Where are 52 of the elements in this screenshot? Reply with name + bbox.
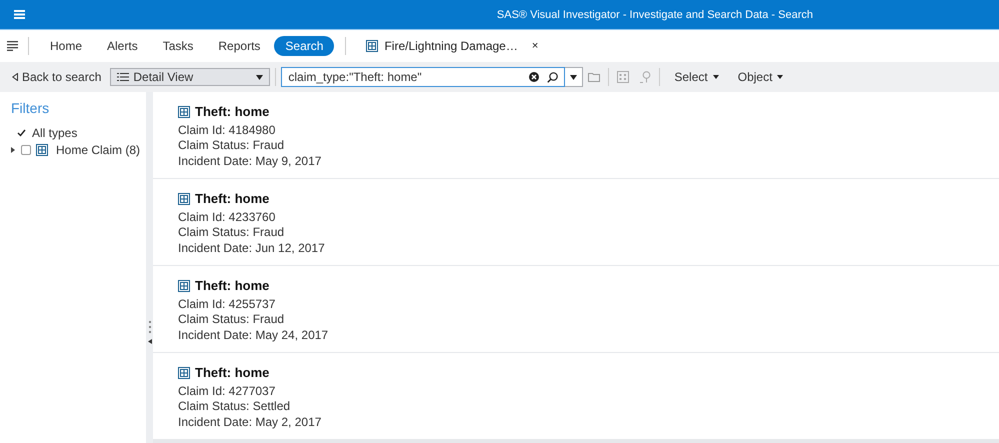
result-title[interactable]: Theft: home bbox=[195, 365, 270, 380]
nav-tab[interactable]: Home bbox=[39, 36, 94, 56]
result-field: Incident Date: Jun 12, 2017 bbox=[178, 240, 974, 256]
nav-tab[interactable]: Reports bbox=[207, 36, 272, 56]
filter-label[interactable]: All types bbox=[32, 126, 78, 140]
result-field: Claim Id: 4233760 bbox=[178, 210, 974, 225]
result-title[interactable]: Theft: home bbox=[195, 278, 270, 294]
filters-heading: Filters bbox=[11, 100, 50, 116]
caret-icon bbox=[570, 74, 578, 80]
search-icon[interactable] bbox=[547, 72, 558, 82]
menu-icon[interactable] bbox=[14, 10, 25, 19]
document-icon bbox=[366, 40, 378, 52]
result-field: Claim Status: Fraud bbox=[178, 138, 974, 154]
checkbox[interactable] bbox=[21, 144, 31, 154]
view-dropdown[interactable]: Detail View bbox=[110, 68, 270, 86]
nav-tab[interactable]: Tasks bbox=[152, 36, 204, 56]
back-arrow-icon bbox=[12, 73, 18, 81]
close-icon[interactable]: × bbox=[532, 40, 538, 52]
search-field[interactable]: claim_type:"Theft: home" bbox=[281, 67, 566, 87]
result-title[interactable]: Theft: home bbox=[195, 104, 270, 120]
result-field: Claim Status: Fraud bbox=[178, 225, 974, 240]
result-field: Incident Date: May 2, 2017 bbox=[178, 414, 974, 430]
filter-label[interactable]: Home Claim (8) bbox=[56, 142, 140, 156]
menu-button[interactable]: Object bbox=[738, 70, 784, 84]
result-title[interactable]: Theft: home bbox=[195, 191, 270, 206]
record-icon bbox=[178, 106, 190, 118]
result-field: Claim Id: 4255737 bbox=[178, 296, 974, 312]
record-icon bbox=[178, 280, 190, 292]
nav-tab[interactable]: Alerts bbox=[96, 36, 149, 56]
expand-icon[interactable] bbox=[11, 146, 16, 152]
search-options-dropdown[interactable] bbox=[565, 67, 584, 87]
result-field: Claim Status: Settled bbox=[178, 399, 974, 414]
list-menu-icon[interactable] bbox=[7, 41, 18, 51]
result-field: Claim Status: Fraud bbox=[178, 312, 974, 328]
record-type-icon bbox=[36, 144, 48, 156]
caret-icon bbox=[712, 75, 719, 79]
result-field: Claim Id: 4184980 bbox=[178, 122, 974, 138]
result-field: Claim Id: 4277037 bbox=[178, 384, 974, 399]
record-icon bbox=[178, 192, 190, 205]
record-icon bbox=[178, 366, 190, 379]
result-field: Incident Date: May 9, 2017 bbox=[178, 154, 974, 169]
menu-button[interactable]: Select bbox=[674, 70, 719, 84]
document-tab[interactable]: Fire/Lightning Damage… bbox=[384, 39, 518, 53]
result-field: Incident Date: May 24, 2017 bbox=[178, 328, 974, 343]
window-title: SAS® Visual Investigator - Investigate and Search Data - Search bbox=[496, 8, 814, 20]
drag-handle-icon[interactable] bbox=[148, 321, 150, 333]
back-button[interactable]: Back to search bbox=[12, 70, 102, 84]
caret-icon bbox=[777, 75, 784, 79]
clear-icon[interactable] bbox=[529, 72, 540, 82]
list-view-icon bbox=[117, 72, 130, 82]
caret-icon bbox=[256, 74, 264, 80]
nav-tab[interactable]: Search bbox=[274, 36, 334, 56]
